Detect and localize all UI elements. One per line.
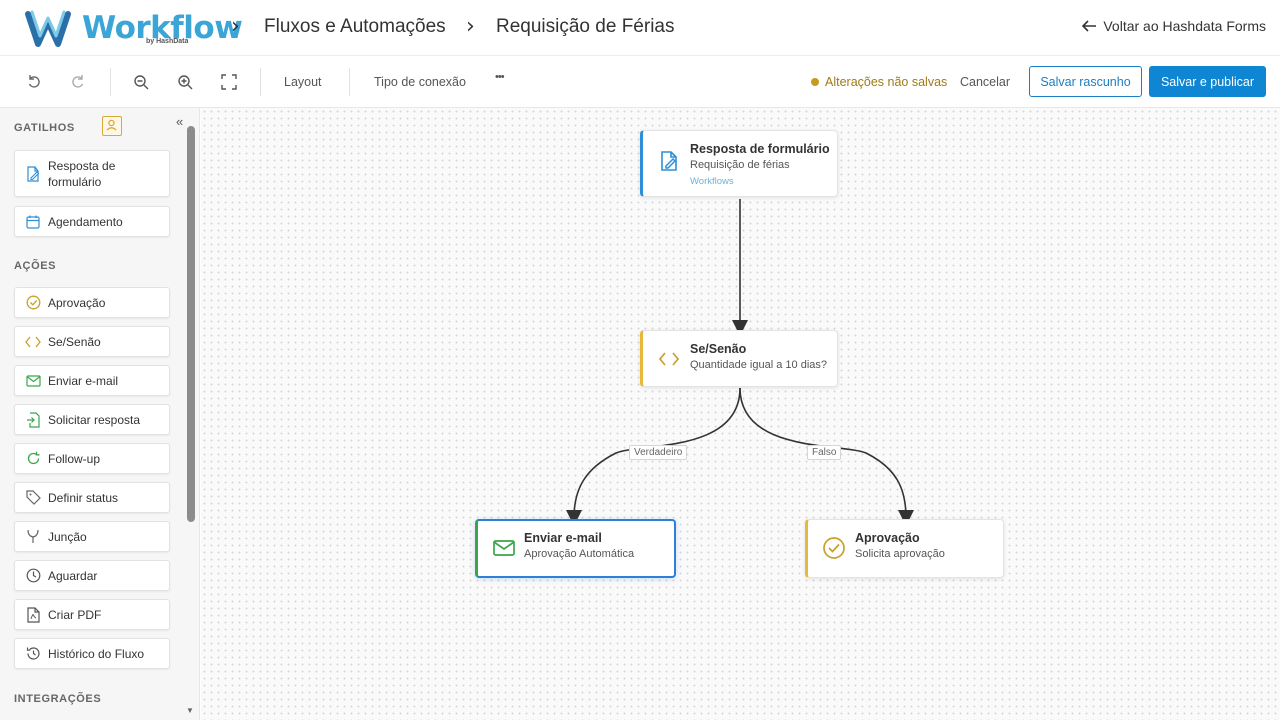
palette-item-label: Aprovação (48, 295, 106, 310)
node-palette-sidebar: GATILHOS « Resposta de formulário Agenda… (0, 108, 200, 720)
palette-item-set-status[interactable]: Definir status (14, 482, 170, 513)
node-title: Enviar e-mail (524, 531, 602, 545)
palette-item-label: Enviar e-mail (48, 373, 119, 388)
integrations-section-title: INTEGRAÇÕES (14, 693, 102, 705)
more-options-button[interactable]: ••• (495, 71, 505, 83)
node-title: Resposta de formulário (690, 142, 830, 156)
breadcrumb-current: Requisição de Férias (496, 16, 675, 37)
undo-icon (28, 75, 40, 88)
palette-item-approval[interactable]: Aprovação (14, 287, 170, 318)
node-subtitle: Quantidade igual a 10 dias? (690, 359, 827, 371)
palette-item-wait[interactable]: Aguardar (14, 560, 170, 591)
node-subtitle: Solicita aprovação (855, 548, 945, 560)
check-circle-icon (25, 295, 41, 311)
code-brackets-icon (25, 334, 41, 350)
node-subtitle: Aprovação Automática (524, 548, 635, 560)
toolbar-divider (349, 68, 350, 96)
connection-type-button[interactable]: Tipo de conexão (374, 75, 466, 89)
palette-item-if-else[interactable]: Se/Senão (14, 326, 170, 357)
sidebar-scrollbar[interactable] (187, 126, 195, 522)
arrow-left-icon (1082, 20, 1097, 32)
editor-toolbar: Layout Tipo de conexão ••• Alterações nã… (0, 56, 1280, 108)
mail-icon (25, 373, 41, 389)
pdf-icon (25, 606, 41, 623)
back-to-forms-link[interactable]: Voltar ao Hashdata Forms (1081, 18, 1266, 34)
palette-item-follow-up[interactable]: Follow-up (14, 443, 170, 474)
status-dot-icon (811, 78, 819, 86)
unsaved-label: Alterações não salvas (825, 75, 948, 89)
contact-badge-icon (102, 116, 122, 136)
form-edit-icon (661, 151, 677, 171)
node-title: Se/Senão (690, 342, 747, 356)
node-send-email[interactable]: Enviar e-mail Aprovação Automática (475, 519, 676, 578)
flow-canvas[interactable]: Verdadeiro Falso Resposta de formulário … (201, 108, 1280, 720)
layout-button[interactable]: Layout (284, 75, 322, 89)
actions-section-title: AÇÕES (14, 260, 57, 272)
mail-icon (493, 540, 515, 556)
breadcrumb-flows[interactable]: Fluxos e Automações (264, 16, 446, 38)
edge-label-true: Verdadeiro (629, 445, 688, 460)
request-doc-icon (25, 411, 41, 428)
cancel-button[interactable]: Cancelar (952, 68, 1018, 96)
palette-item-form-response[interactable]: Resposta de formulário (14, 150, 170, 197)
tag-icon (25, 490, 41, 506)
form-edit-icon (25, 165, 41, 182)
collapse-sidebar-icon[interactable]: « (176, 114, 183, 129)
undo-button[interactable] (24, 72, 44, 92)
history-icon (25, 646, 41, 662)
palette-item-label: Agendamento (48, 214, 123, 229)
workflow-logo-icon (25, 10, 71, 47)
merge-icon (25, 529, 41, 545)
clock-icon (25, 568, 41, 584)
toolbar-divider (260, 68, 261, 96)
save-publish-button[interactable]: Salvar e publicar (1149, 66, 1266, 97)
zoom-out-icon (134, 75, 149, 90)
breadcrumb-chevron-icon: › (231, 14, 240, 39)
toolbar-divider (110, 68, 111, 96)
palette-item-label: Se/Senão (48, 334, 101, 349)
check-circle-icon (823, 537, 845, 559)
palette-item-label: Aguardar (48, 568, 98, 583)
triggers-section-title: GATILHOS (14, 122, 75, 134)
palette-item-label: Definir status (48, 490, 119, 505)
breadcrumb-chevron-icon: › (466, 14, 475, 39)
redo-button[interactable] (68, 72, 88, 92)
node-tag: Workflows (690, 176, 734, 187)
save-draft-button[interactable]: Salvar rascunho (1029, 66, 1142, 97)
palette-item-flow-history[interactable]: Histórico do Fluxo (14, 638, 170, 669)
palette-item-create-pdf[interactable]: Criar PDF (14, 599, 170, 630)
node-form-response[interactable]: Resposta de formulário Requisição de fér… (640, 130, 838, 197)
workflow-logo[interactable]: Workflow by HashData (24, 6, 243, 50)
flow-edges (566, 199, 914, 526)
node-subtitle: Requisição de férias (690, 159, 790, 171)
palette-item-send-email[interactable]: Enviar e-mail (14, 365, 170, 396)
redo-icon (72, 75, 84, 88)
palette-item-label: Junção (48, 529, 87, 544)
fit-view-button[interactable] (219, 72, 239, 92)
logo-byline: by HashData (146, 38, 189, 45)
zoom-in-button[interactable] (175, 72, 195, 92)
unsaved-changes-status: Alterações não salvas (811, 75, 947, 89)
palette-item-label: Solicitar resposta (48, 412, 141, 427)
palette-item-request-response[interactable]: Solicitar resposta (14, 404, 170, 435)
palette-item-label: Histórico do Fluxo (48, 646, 145, 661)
palette-item-label: Follow-up (48, 451, 101, 466)
node-if-else[interactable]: Se/Senão Quantidade igual a 10 dias? (640, 330, 838, 387)
fullscreen-icon (221, 74, 237, 90)
app-header: Workflow by HashData › Fluxos e Automaçõ… (0, 0, 1280, 56)
palette-item-schedule[interactable]: Agendamento (14, 206, 170, 237)
scroll-down-arrow-icon[interactable]: ▼ (186, 706, 194, 715)
palette-item-merge[interactable]: Junção (14, 521, 170, 552)
refresh-icon (25, 451, 41, 467)
zoom-in-icon (178, 75, 193, 90)
node-title: Aprovação (855, 531, 920, 545)
code-brackets-icon (658, 352, 680, 366)
node-approval[interactable]: Aprovação Solicita aprovação (805, 519, 1004, 578)
edge-label-false: Falso (807, 445, 842, 460)
back-link-label: Voltar ao Hashdata Forms (1103, 18, 1266, 34)
zoom-out-button[interactable] (131, 72, 151, 92)
palette-item-label: Criar PDF (48, 607, 102, 622)
calendar-icon (25, 214, 41, 230)
palette-item-label: Resposta de formulário (48, 158, 116, 189)
